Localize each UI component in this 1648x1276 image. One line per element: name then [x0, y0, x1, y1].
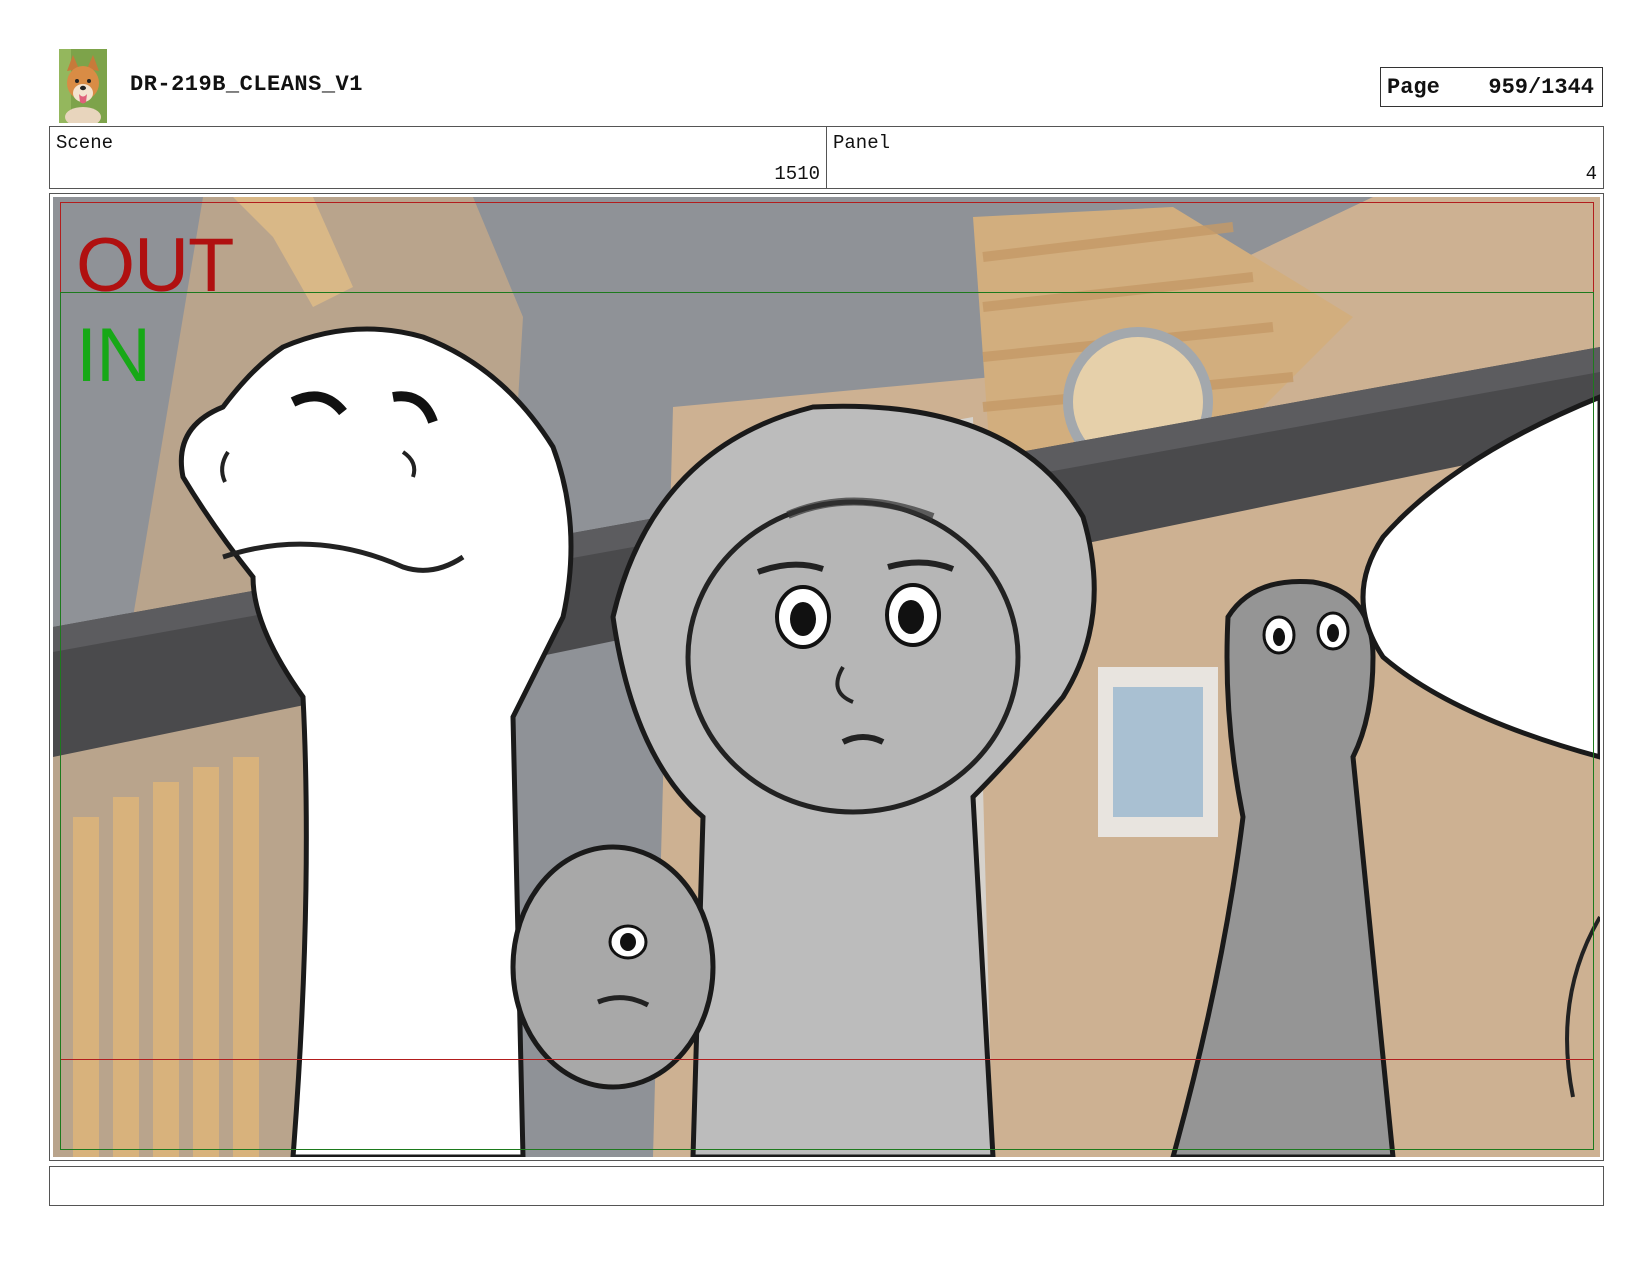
scene-value: 1510	[774, 163, 820, 185]
notes-box	[49, 1166, 1604, 1206]
in-frame-label: IN	[76, 313, 151, 398]
panel-label: Panel	[833, 132, 891, 154]
dog-logo-icon	[59, 49, 107, 123]
panel-cell: Panel 4	[826, 127, 1603, 188]
scene-cell: Scene 1510	[50, 127, 826, 188]
page-indicator: Page 959/1344	[1380, 67, 1603, 107]
panel-value: 4	[1585, 163, 1597, 185]
document-title: DR-219B_CLEANS_V1	[130, 72, 363, 97]
storyboard-drawing	[53, 197, 1600, 1157]
scene-panel-row: Scene 1510 Panel 4	[49, 126, 1604, 189]
out-frame-label: OUT	[76, 223, 234, 308]
storyboard-page: DR-219B_CLEANS_V1 Page 959/1344 Scene 15…	[0, 0, 1648, 1276]
page-label: Page	[1387, 74, 1440, 100]
scene-label: Scene	[56, 132, 114, 154]
page-number: 959/1344	[1488, 74, 1594, 100]
